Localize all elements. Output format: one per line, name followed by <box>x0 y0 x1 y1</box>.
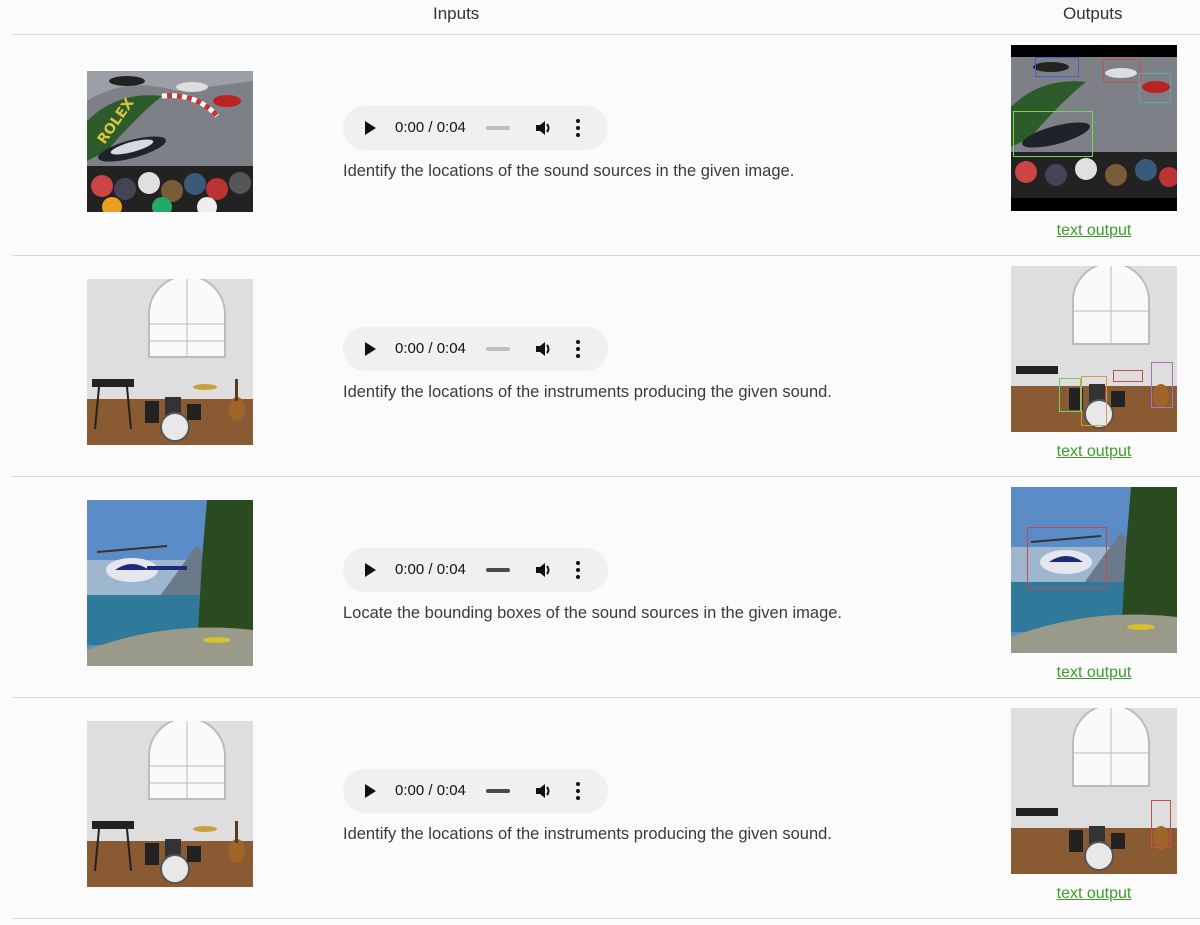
audio-player[interactable]: 0:00 / 0:04 <box>343 327 608 371</box>
seek-bar[interactable] <box>486 789 510 793</box>
prompt-text: Identify the locations of the sound sour… <box>343 162 795 180</box>
bounding-box <box>1151 800 1171 848</box>
play-icon[interactable] <box>365 121 376 135</box>
play-icon[interactable] <box>365 563 376 577</box>
bounding-box <box>1081 376 1107 426</box>
output-image <box>1011 266 1177 432</box>
prompt-text: Identify the locations of the instrument… <box>343 383 832 401</box>
text-output-link[interactable]: text output <box>1011 443 1177 461</box>
divider <box>12 918 1200 919</box>
table-row: 0:00 / 0:04 Locate the bounding boxes of… <box>0 477 1200 698</box>
bounding-box <box>1027 527 1107 589</box>
text-output-link[interactable]: text output <box>1011 222 1177 240</box>
audio-time: 0:00 / 0:04 <box>395 561 466 578</box>
bounding-box <box>1139 73 1171 103</box>
input-image <box>87 500 253 666</box>
output-image <box>1011 487 1177 653</box>
more-options-icon[interactable] <box>574 782 582 800</box>
more-options-icon[interactable] <box>574 340 582 358</box>
table-row: 0:00 / 0:04 Identify the locations of th… <box>0 256 1200 477</box>
text-output-link[interactable]: text output <box>1011 885 1177 903</box>
input-image <box>87 721 253 887</box>
table-row: 0:00 / 0:04 Identify the locations of th… <box>0 698 1200 919</box>
volume-icon[interactable] <box>534 340 554 358</box>
audio-player[interactable]: 0:00 / 0:04 <box>343 106 608 150</box>
output-image <box>1011 45 1177 211</box>
seek-bar[interactable] <box>486 126 510 130</box>
outputs-header: Outputs <box>1063 4 1123 23</box>
bounding-box <box>1059 378 1081 412</box>
audio-player[interactable]: 0:00 / 0:04 <box>343 769 608 813</box>
table-header: Inputs Outputs <box>0 0 1200 34</box>
bounding-box <box>1151 362 1173 408</box>
seek-bar[interactable] <box>486 568 510 572</box>
input-image: ROLEX <box>87 71 253 212</box>
play-icon[interactable] <box>365 342 376 356</box>
output-image <box>1011 708 1177 874</box>
audio-player[interactable]: 0:00 / 0:04 <box>343 548 608 592</box>
input-image <box>87 279 253 445</box>
bounding-box <box>1035 57 1079 77</box>
more-options-icon[interactable] <box>574 561 582 579</box>
volume-icon[interactable] <box>534 119 554 137</box>
bounding-box <box>1103 59 1141 83</box>
text-output-link[interactable]: text output <box>1011 664 1177 682</box>
table-row: ROLEX 0:00 / 0:04 Identify the locations… <box>0 35 1200 256</box>
audio-time: 0:00 / 0:04 <box>395 782 466 799</box>
inputs-header: Inputs <box>433 4 480 23</box>
play-icon[interactable] <box>365 784 376 798</box>
audio-time: 0:00 / 0:04 <box>395 119 466 136</box>
volume-icon[interactable] <box>534 782 554 800</box>
prompt-text: Locate the bounding boxes of the sound s… <box>343 604 843 622</box>
prompt-text: Identify the locations of the instrument… <box>343 825 832 843</box>
seek-bar[interactable] <box>486 347 510 351</box>
audio-time: 0:00 / 0:04 <box>395 340 466 357</box>
bounding-box <box>1013 111 1093 157</box>
volume-icon[interactable] <box>534 561 554 579</box>
bounding-box <box>1113 370 1143 382</box>
more-options-icon[interactable] <box>574 119 582 137</box>
